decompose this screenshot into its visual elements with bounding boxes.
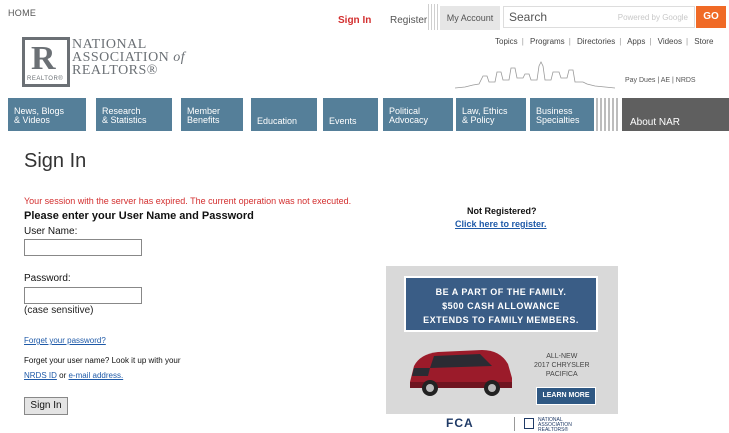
password-label: Password:	[24, 273, 71, 284]
ad-divider	[514, 417, 515, 431]
nav-label: Specialties	[536, 115, 580, 125]
ad-footer: FCA NATIONAL ASSOCIATION REALTORS®	[386, 414, 618, 433]
ad-headline-1: BE A PART OF THE FAMILY.	[435, 287, 567, 297]
videos-link[interactable]: Videos	[658, 37, 682, 46]
directories-link[interactable]: Directories	[577, 37, 615, 46]
programs-link[interactable]: Programs	[530, 37, 565, 46]
logo-line-3: REALTORS®	[72, 63, 158, 78]
nav-divider-stripes	[596, 98, 618, 131]
topics-link[interactable]: Topics	[495, 37, 518, 46]
nav-research-statistics[interactable]: Research & Statistics	[96, 98, 172, 131]
nrds-id-link[interactable]: NRDS ID	[24, 371, 57, 380]
utility-links: Topics | Programs | Directories | Apps | Vid…	[495, 37, 714, 46]
header-divider-stripes	[428, 4, 438, 30]
header-register-link[interactable]: Register	[390, 15, 427, 26]
pay-links: Pay Dues | AE | NRDS	[625, 77, 696, 84]
ae-link[interactable]: AE	[661, 77, 670, 84]
city-skyline-icon	[455, 61, 615, 89]
ad-model-line: ALL-NEW	[546, 353, 578, 360]
nrds-link[interactable]: NRDS	[676, 77, 696, 84]
ad-model-line: 2017 CHRYSLER	[534, 362, 590, 369]
search-placeholder: Search	[509, 10, 548, 24]
powered-by-google: Powered by Google	[617, 13, 688, 22]
nav-label: About NAR	[630, 117, 681, 128]
nav-law-ethics-policy[interactable]: Law, Ethics & Policy	[456, 98, 526, 131]
nav-member-benefits[interactable]: Member Benefits	[181, 98, 243, 131]
nav-about-nar[interactable]: About NAR	[622, 98, 729, 131]
my-account-button[interactable]: My Account	[440, 6, 500, 30]
ad-headline-box: BE A PART OF THE FAMILY. $500 CASH ALLOW…	[404, 276, 598, 332]
username-label: User Name:	[24, 226, 78, 237]
password-input[interactable]	[24, 287, 142, 304]
nav-label: Education	[257, 116, 298, 126]
fca-logo: FCA	[446, 416, 474, 430]
store-link[interactable]: Store	[694, 37, 713, 46]
register-link[interactable]: Click here to register.	[455, 219, 547, 229]
nav-label: & Videos	[14, 115, 50, 125]
search-go-button[interactable]: GO	[696, 6, 726, 28]
home-link[interactable]: HOME	[8, 8, 36, 18]
ad-partner-line: REALTORS®	[538, 427, 569, 433]
nav-events[interactable]: Events	[323, 98, 378, 131]
logo-of: of	[173, 50, 186, 65]
sign-in-button[interactable]: Sign In	[24, 397, 68, 415]
search-input[interactable]: Search Powered by Google	[503, 6, 695, 28]
ad-headline-2: $500 CASH ALLOWANCE	[442, 301, 560, 311]
nav-label: Advocacy	[389, 115, 429, 125]
apps-link[interactable]: Apps	[627, 37, 645, 46]
forgot-username-text: Forget your user name? Look it up with y…	[24, 356, 181, 365]
minivan-image-icon	[410, 350, 512, 396]
ad-headline-3: EXTENDS TO FAMILY MEMBERS.	[423, 315, 579, 325]
nar-logo-icon	[524, 418, 534, 429]
nav-education[interactable]: Education	[251, 98, 317, 131]
realtor-r-icon: R	[31, 40, 56, 77]
email-address-link[interactable]: e-mail address.	[68, 371, 123, 380]
realtor-logo-mark[interactable]: R REALTOR®	[22, 37, 70, 87]
nav-label: & Statistics	[102, 115, 147, 125]
ad-model-line: PACIFICA	[545, 371, 578, 378]
logo-realtor-small: REALTOR®	[27, 76, 64, 82]
page-title: Sign In	[24, 150, 87, 172]
logo-wordmark[interactable]: NATIONAL ASSOCIATION of REALTORS®	[72, 38, 186, 78]
not-registered-heading: Not Registered?	[467, 206, 537, 216]
or-text: or	[59, 371, 67, 380]
lookup-links: NRDS ID or e-mail address.	[24, 371, 123, 380]
nav-label: & Policy	[462, 115, 495, 125]
nav-label: Events	[329, 116, 357, 126]
advertisement-banner[interactable]: BE A PART OF THE FAMILY. $500 CASH ALLOW…	[386, 266, 618, 433]
pay-dues-link[interactable]: Pay Dues	[625, 77, 655, 84]
ad-model-text: ALL-NEW 2017 CHRYSLER PACIFICA	[534, 352, 590, 379]
session-expired-message: Your session with the server has expired…	[24, 196, 352, 206]
header-sign-in-link[interactable]: Sign In	[338, 15, 371, 26]
nav-label: Benefits	[187, 115, 220, 125]
nav-business-specialties[interactable]: Business Specialties	[530, 98, 594, 131]
ad-partner-text: NATIONAL ASSOCIATION REALTORS®	[538, 418, 572, 433]
learn-more-button[interactable]: LEARN MORE	[536, 387, 596, 405]
forgot-password-link[interactable]: Forget your password?	[24, 336, 106, 345]
main-nav: News, Blogs & Videos Research & Statisti…	[8, 98, 729, 131]
username-input[interactable]	[24, 239, 142, 256]
case-sensitive-note: (case sensitive)	[24, 305, 94, 316]
nav-political-advocacy[interactable]: Political Advocacy	[383, 98, 453, 131]
nav-news-blogs-videos[interactable]: News, Blogs & Videos	[8, 98, 86, 131]
login-instruction: Please enter your User Name and Password	[24, 210, 254, 222]
